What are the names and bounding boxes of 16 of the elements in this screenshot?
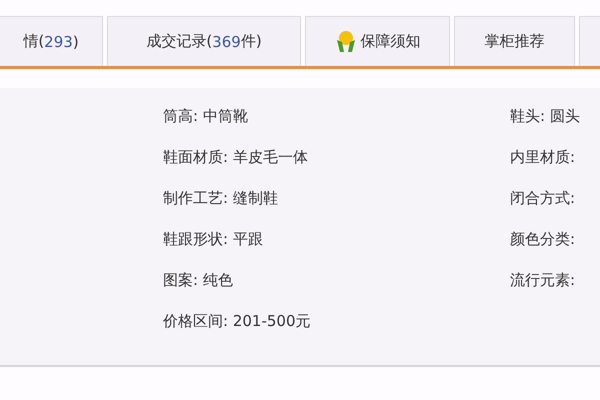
hands-holding-coin-icon <box>334 30 356 54</box>
attribute-text: 颜色分类: <box>510 229 576 250</box>
tab[interactable]: 保障须知 <box>305 16 450 66</box>
attribute-text: 鞋面材质: 羊皮毛一体 <box>163 147 309 168</box>
tab[interactable]: 掌柜推荐 <box>454 16 575 66</box>
attribute-text: 鞋跟形状: 平跟 <box>163 229 264 250</box>
attribute-text: 图案: 纯色 <box>163 270 234 291</box>
tab[interactable]: 情(293) <box>0 16 103 66</box>
attribute-text: 价格区间: 201-500元 <box>163 311 312 332</box>
attribute-text: 闭合方式: <box>510 188 576 209</box>
attribute-text: 鞋头: 圆头 <box>510 106 580 127</box>
attribute-text: 内里材质: <box>510 147 576 168</box>
tab[interactable]: 成交记录(369件) <box>107 16 301 66</box>
attribute-text: 筒高: 中筒靴 <box>163 106 249 127</box>
attribute-text: 流行元素: <box>510 270 576 291</box>
attribute-text: 制作工艺: 缝制鞋 <box>163 188 279 209</box>
